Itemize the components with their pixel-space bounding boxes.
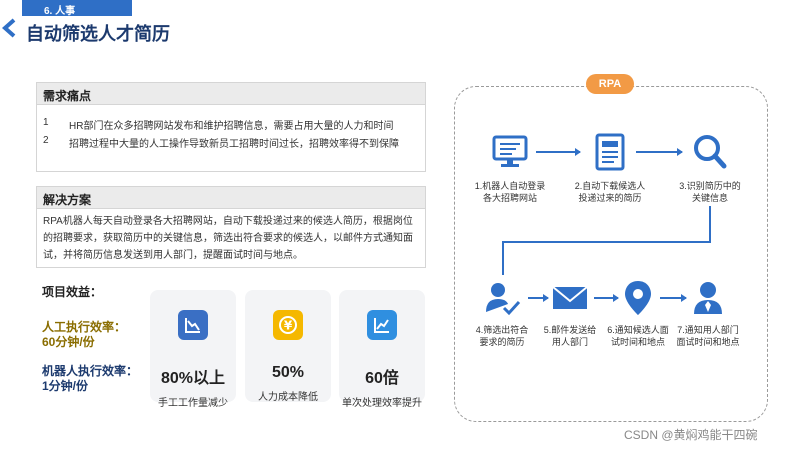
solution-panel: 解决方案 RPA机器人每天自动登录各大招聘网站，自动下载投递过来的候选人简历，根… bbox=[36, 186, 426, 268]
benefit-value: 80%以上 bbox=[160, 370, 226, 387]
flow-arrow bbox=[536, 148, 581, 156]
benefit-label: 单次处理效率提升 bbox=[342, 398, 422, 409]
needs-title: 需求痛点 bbox=[37, 83, 425, 105]
user-check-icon bbox=[486, 283, 521, 316]
manual-efficiency-value: 60分钟/份 bbox=[42, 335, 95, 349]
step-3-label: 3.识别简历中的 关键信息 bbox=[665, 180, 755, 204]
chevron-left-icon bbox=[1, 18, 16, 38]
flow-arrow bbox=[594, 294, 619, 302]
page-title: 自动筛选人才简历 bbox=[26, 24, 170, 44]
monitor-icon bbox=[492, 135, 528, 167]
benefits-title: 项目效益： bbox=[42, 285, 103, 299]
benefit-card-cost: ¥ 50% 人力成本降低 bbox=[245, 290, 331, 403]
list-item: 2 招聘过程中大量的人工操作导致新员工招聘时间过长，招聘效率得不到保障 bbox=[43, 135, 419, 153]
item-text: 招聘过程中大量的人工操作导致新员工招聘时间过长，招聘效率得不到保障 bbox=[69, 139, 399, 150]
benefit-label: 人力成本降低 bbox=[258, 392, 318, 403]
flow-connector bbox=[502, 241, 504, 275]
step-7-label: 7.通知用人部门 面试时间和地点 bbox=[663, 324, 753, 348]
flow-arrow bbox=[660, 294, 687, 302]
step-1-label: 1.机器人自动登录 各大招聘网站 bbox=[465, 180, 555, 204]
document-icon bbox=[595, 133, 625, 171]
step-line: 投递过来的简历 bbox=[578, 193, 642, 203]
list-item: 1 HR部门在众多招聘网站发布和维护招聘信息，需要占用大量的人力和时间 bbox=[43, 117, 419, 135]
step-line: 关键信息 bbox=[691, 193, 728, 203]
watermark: CSDN @黄焖鸡能干四碗 bbox=[624, 428, 758, 442]
step-2-label: 2.自动下载候选人 投递过来的简历 bbox=[565, 180, 655, 204]
step-line: 1.机器人自动登录 bbox=[474, 181, 546, 191]
benefit-card-efficiency: 60倍 单次处理效率提升 bbox=[339, 290, 425, 409]
step-line: 2.自动下载候选人 bbox=[574, 181, 646, 191]
flow-connector bbox=[502, 241, 711, 243]
solution-title: 解决方案 bbox=[37, 187, 425, 209]
yen-coin-icon: ¥ bbox=[273, 310, 303, 340]
robot-efficiency-value: 1分钟/份 bbox=[42, 379, 89, 393]
benefit-label: 手工工作量减少 bbox=[158, 398, 228, 409]
benefit-value: 50% bbox=[271, 364, 305, 381]
item-text: HR部门在众多招聘网站发布和维护招聘信息，需要占用大量的人力和时间 bbox=[69, 121, 394, 132]
chart-decline-icon bbox=[178, 310, 208, 340]
solution-text: RPA机器人每天自动登录各大招聘网站，自动下载投递过来的候选人简历，根据岗位的招… bbox=[43, 216, 413, 261]
step-line: 7.通知用人部门 bbox=[677, 325, 739, 335]
needs-panel: 需求痛点 1 HR部门在众多招聘网站发布和维护招聘信息，需要占用大量的人力和时间… bbox=[36, 82, 426, 172]
rpa-badge: RPA bbox=[586, 74, 634, 94]
step-line: 各大招聘网站 bbox=[482, 193, 537, 203]
manual-efficiency-label: 人工执行效率： bbox=[42, 320, 127, 334]
item-number: 1 bbox=[43, 117, 49, 128]
svg-text:¥: ¥ bbox=[284, 319, 293, 333]
chart-rise-icon bbox=[367, 310, 397, 340]
user-icon bbox=[694, 282, 722, 314]
item-number: 2 bbox=[43, 135, 49, 146]
flow-arrow bbox=[528, 294, 549, 302]
flow-arrow bbox=[636, 148, 683, 156]
step-line: 面试时间和地点 bbox=[676, 337, 740, 347]
robot-efficiency: 机器人执行效率： 1分钟/份 bbox=[42, 364, 138, 394]
section-tag: 6. 人事 bbox=[22, 0, 132, 17]
benefit-card-workload: 80%以上 手工工作量减少 bbox=[150, 290, 236, 409]
search-icon bbox=[694, 135, 727, 169]
step-line: 3.识别简历中的 bbox=[679, 181, 741, 191]
robot-efficiency-label: 机器人执行效率： bbox=[42, 364, 139, 378]
location-pin-icon bbox=[625, 281, 651, 315]
flow-connector bbox=[709, 206, 711, 242]
mail-icon bbox=[552, 286, 588, 309]
benefit-value: 60倍 bbox=[365, 370, 399, 387]
manual-efficiency: 人工执行效率： 60分钟/份 bbox=[42, 320, 126, 350]
